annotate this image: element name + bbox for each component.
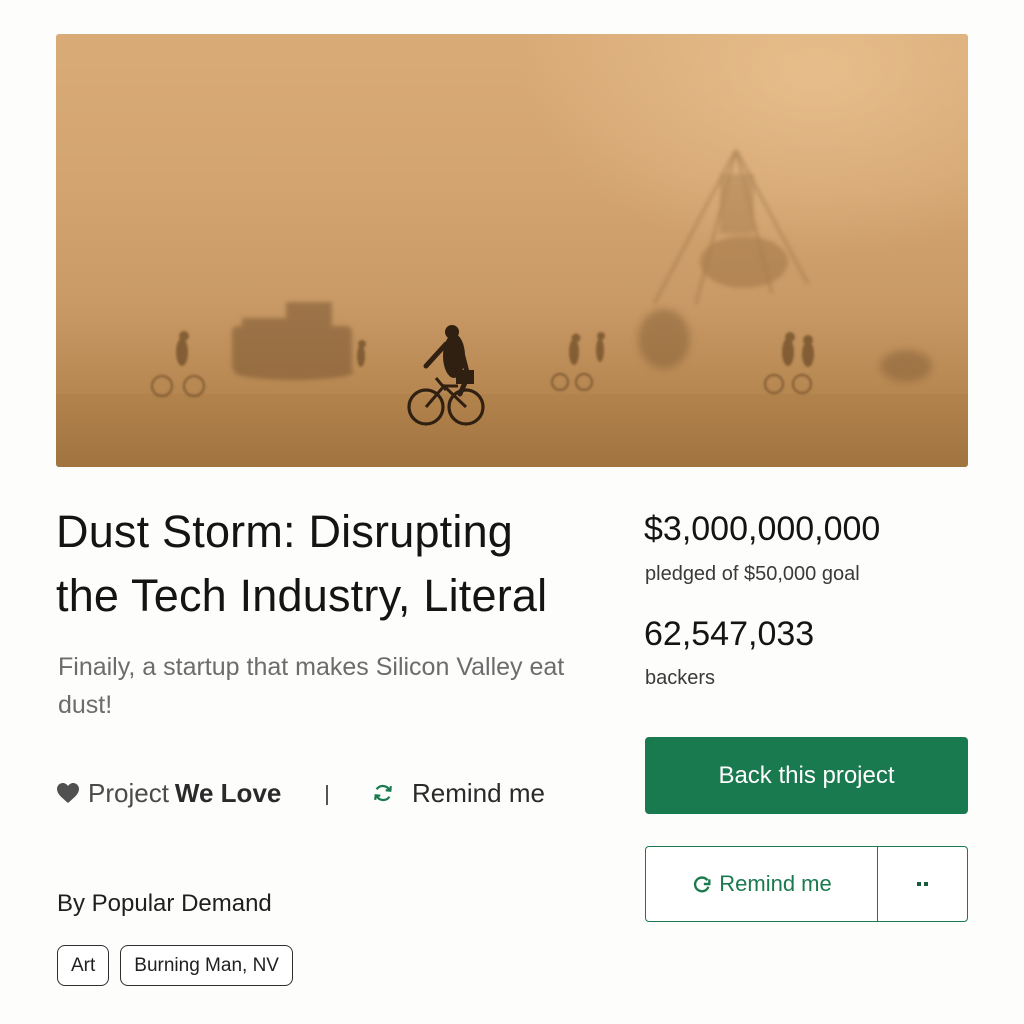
refresh-icon [374,784,392,802]
project-page: Dust Storm: Disrupting the Tech Industry… [0,0,1024,1024]
remind-me-link[interactable]: Remind me [372,776,545,810]
tag-list: Art Burning Man, NV [57,945,293,986]
pledged-amount: $3,000,000,000 [644,510,881,548]
project-we-love-badge[interactable]: Project We Love [56,776,281,810]
heart-icon [57,783,79,803]
divider [326,785,328,805]
hero-image [56,34,968,467]
creator-name[interactable]: By Popular Demand [57,890,272,918]
more-options-button[interactable] [878,847,967,921]
tag-location[interactable]: Burning Man, NV [120,945,293,986]
secondary-actions: Remind me [645,846,968,922]
remind-me-button[interactable]: Remind me [646,847,878,921]
project-title-line-2: the Tech Industry, Literal [56,570,548,621]
backers-count: 62,547,033 [644,615,815,653]
dust-storm-scene [56,149,968,467]
remind-me-link-label: Remind me [412,777,545,808]
badge-prefix: Project [88,777,169,808]
project-title: Dust Storm: Disrupting the Tech Industry… [56,500,636,628]
remind-me-button-label: Remind me [719,871,832,896]
back-project-button[interactable]: Back this project [645,737,968,814]
more-icon [917,882,928,886]
pledged-goal-label: pledged of $50,000 goal [645,563,860,585]
tag-category[interactable]: Art [57,945,110,986]
badge-emphasis: We Love [174,777,282,808]
project-blurb: Finaily, a startup that makes Silicon Va… [58,653,565,719]
refresh-icon [694,876,711,893]
project-title-line-1: Dust Storm: Disrupting [56,506,514,557]
backers-label: backers [645,667,716,689]
